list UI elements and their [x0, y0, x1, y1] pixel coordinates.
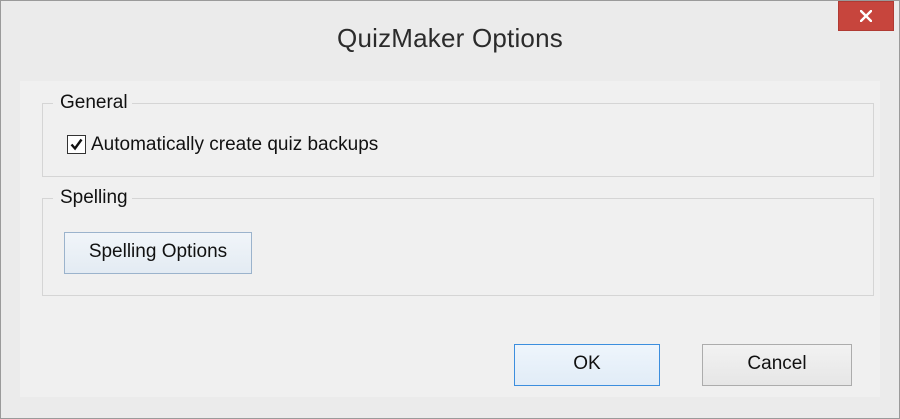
ok-button[interactable]: OK [514, 344, 660, 386]
checkmark-icon [70, 138, 83, 151]
spelling-options-button[interactable]: Spelling Options [64, 232, 252, 274]
general-group-legend: General [53, 92, 132, 114]
general-group: General Automatically create quiz backup… [42, 92, 874, 177]
close-icon [860, 10, 872, 22]
options-dialog: QuizMaker Options General Automatically … [0, 0, 900, 419]
dialog-title: QuizMaker Options [337, 23, 563, 53]
backup-checkbox[interactable] [67, 135, 86, 154]
title-bar[interactable]: QuizMaker Options [1, 1, 899, 81]
backup-checkbox-label[interactable]: Automatically create quiz backups [91, 133, 378, 157]
cancel-button[interactable]: Cancel [702, 344, 852, 386]
close-button[interactable] [838, 1, 894, 31]
spelling-group: Spelling Spelling Options [42, 187, 874, 296]
dialog-content: General Automatically create quiz backup… [20, 81, 880, 397]
spelling-group-legend: Spelling [53, 187, 132, 209]
